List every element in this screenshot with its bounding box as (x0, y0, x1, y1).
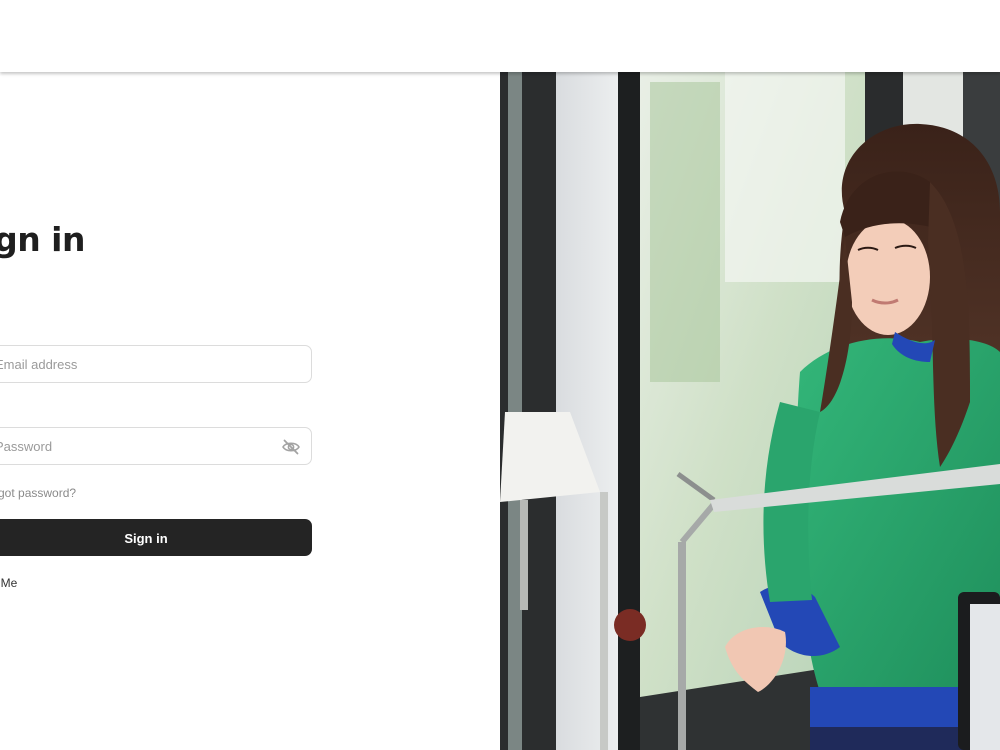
top-navigation-bar (0, 0, 1000, 72)
eye-slash-icon[interactable] (281, 437, 301, 457)
signin-panel: Sign in Forgot password? Sign in Remembe… (0, 72, 500, 750)
email-input[interactable] (0, 346, 311, 382)
hero-image (500, 72, 1000, 750)
password-field[interactable] (0, 427, 312, 465)
remember-me[interactable]: Remember Me (0, 576, 17, 590)
password-input[interactable] (0, 428, 311, 464)
email-field[interactable] (0, 345, 312, 383)
signin-button[interactable]: Sign in (0, 519, 312, 556)
forgot-password-link[interactable]: Forgot password? (0, 486, 76, 500)
remember-me-label: Remember Me (0, 576, 18, 590)
page-title: Sign in (0, 220, 86, 259)
